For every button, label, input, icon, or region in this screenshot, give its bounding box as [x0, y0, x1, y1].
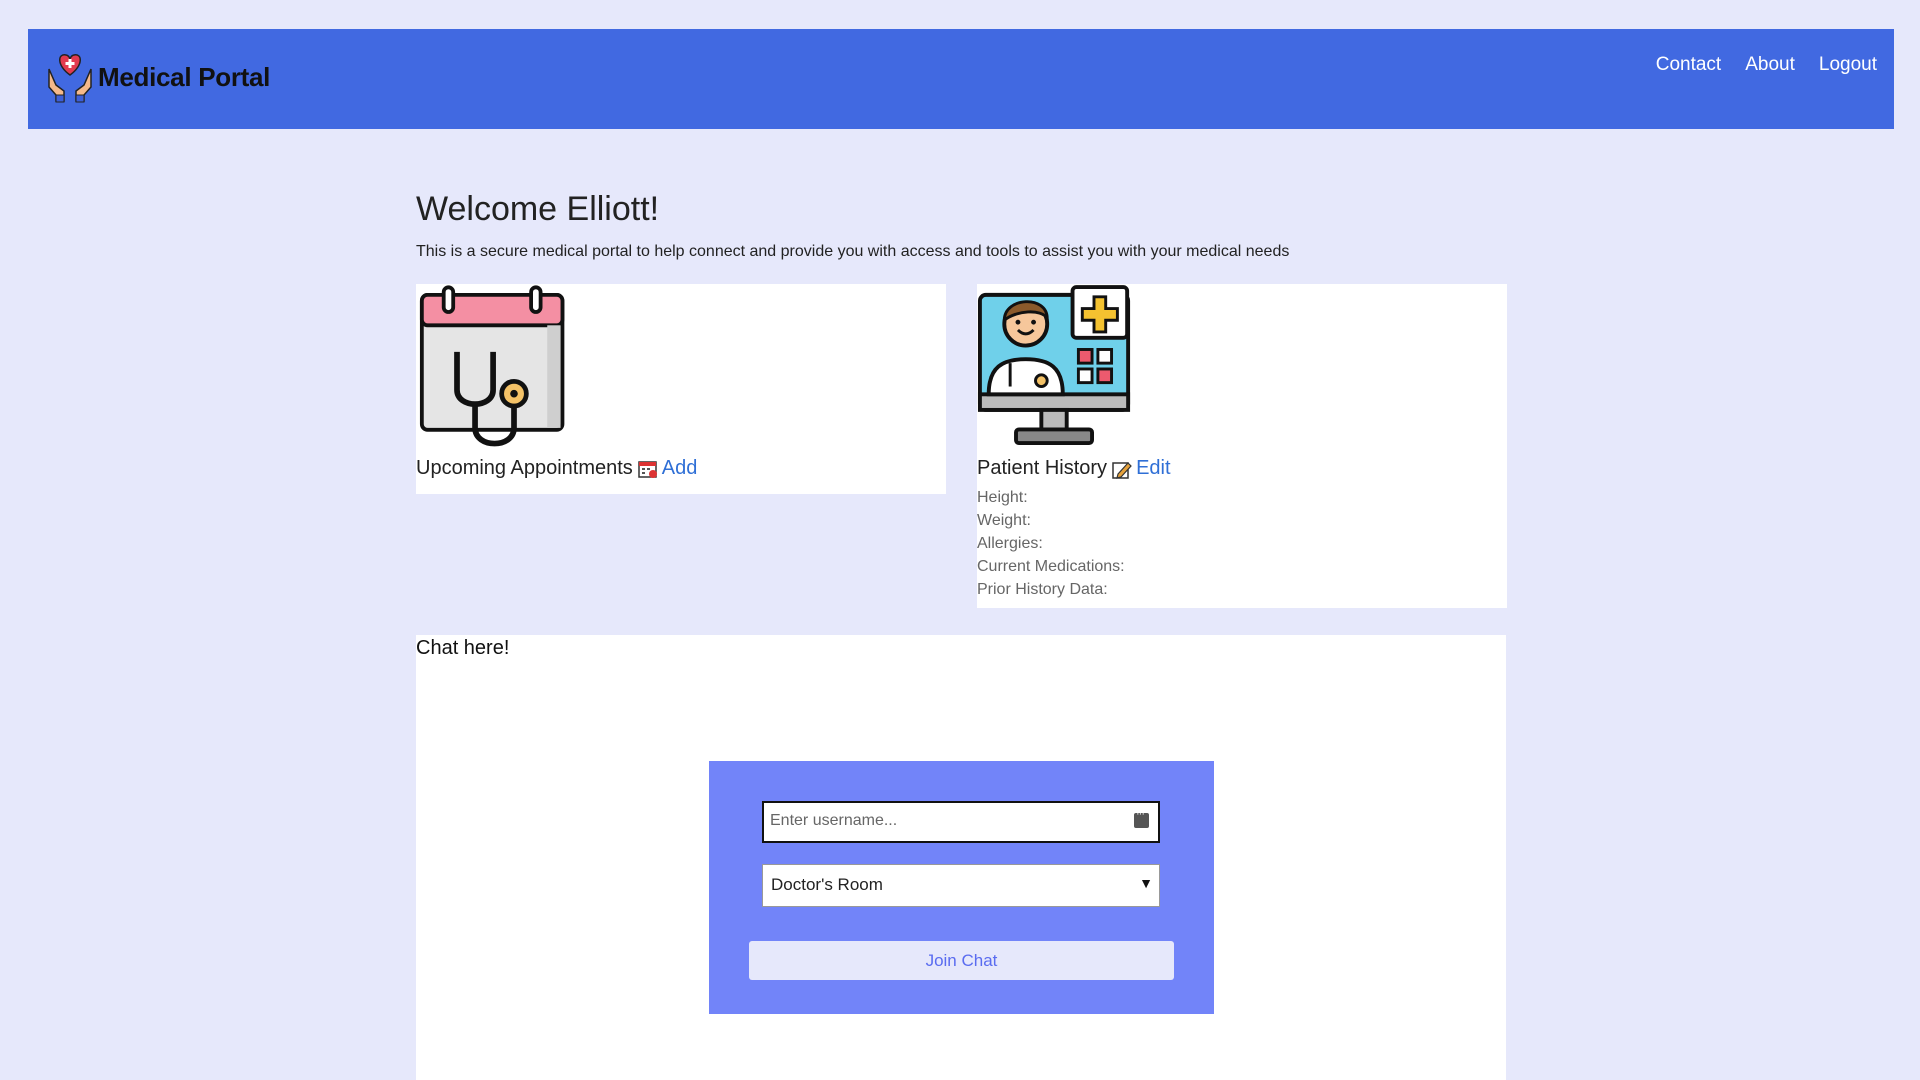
navbar: Medical Portal Contact About Logout — [28, 29, 1894, 129]
edit-pencil-icon[interactable] — [1112, 459, 1132, 479]
history-fields: Height: Weight: Allergies: Current Medic… — [977, 486, 1125, 601]
doctor-monitor-icon — [977, 285, 1131, 446]
username-input[interactable] — [764, 803, 1110, 839]
history-title-row: Patient History Edit — [977, 457, 1171, 480]
appointments-title: Upcoming Appointments — [416, 457, 633, 479]
calendar-add-icon[interactable] — [638, 459, 658, 479]
username-field-wrap — [762, 801, 1160, 843]
appointments-card: Upcoming Appointments Add — [416, 284, 946, 494]
nav-logout-link[interactable]: Logout — [1819, 54, 1877, 76]
nav-contact-link[interactable]: Contact — [1656, 54, 1721, 76]
brand[interactable]: Medical Portal — [46, 51, 270, 103]
edit-history-link[interactable]: Edit — [1136, 457, 1170, 480]
welcome-section: Welcome Elliott! This is a secure medica… — [416, 190, 1506, 261]
chat-title: Chat here! — [416, 637, 510, 659]
nav-about-link[interactable]: About — [1745, 54, 1795, 76]
join-chat-button[interactable]: Join Chat — [749, 941, 1174, 980]
patient-history-card: Patient History Edit Height: Weight: All… — [977, 284, 1507, 608]
brand-name: Medical Portal — [98, 61, 271, 92]
history-title: Patient History — [977, 457, 1108, 479]
room-select-value: Doctor's Room — [771, 875, 883, 894]
height-label: Height: — [977, 489, 1028, 506]
prior-history-label: Prior History Data: — [977, 581, 1108, 598]
add-appointment-link[interactable]: Add — [662, 457, 698, 480]
nav-links: Contact About Logout — [1632, 54, 1877, 76]
appointments-title-row: Upcoming Appointments Add — [416, 457, 697, 480]
hands-heart-icon — [48, 54, 92, 103]
allergies-label: Allergies: — [977, 535, 1043, 552]
chat-card: Chat here! Doctor's Room ▼ Join Chat — [416, 635, 1506, 1080]
chat-join-form: Doctor's Room ▼ Join Chat — [709, 761, 1214, 1014]
current-medications-label: Current Medications: — [977, 558, 1125, 575]
intro-text: This is a secure medical portal to help … — [416, 243, 1290, 260]
room-select[interactable]: Doctor's Room ▼ — [762, 864, 1160, 907]
calendar-stethoscope-icon — [419, 285, 565, 447]
weight-label: Weight: — [977, 512, 1031, 529]
password-manager-icon[interactable] — [1134, 808, 1149, 828]
page-title: Welcome Elliott! — [416, 190, 660, 228]
chevron-down-icon: ▼ — [1139, 875, 1153, 891]
